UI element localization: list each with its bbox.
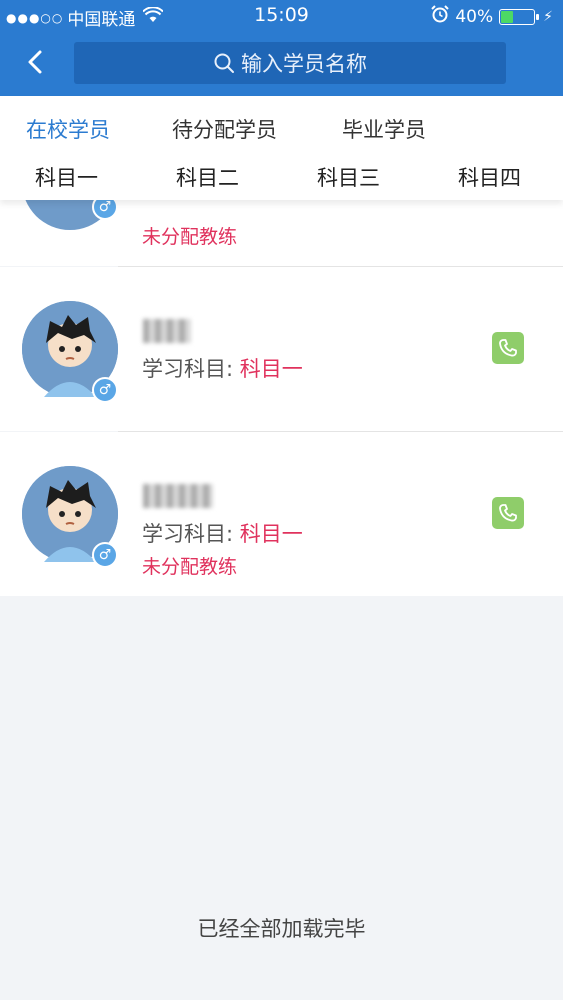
subject-value: 科目一	[239, 522, 303, 546]
student-status-tabs: 在校学员 待分配学员 毕业学员	[0, 114, 563, 150]
charging-bolt-icon: ⚡	[543, 8, 553, 25]
phone-call-button[interactable]	[492, 332, 524, 364]
student-row[interactable]: ♂ 学习科目: 科目一 未分配教练	[0, 432, 563, 596]
phone-icon	[499, 504, 517, 522]
subject-tabs: 科目一 科目二 科目三 科目四	[0, 162, 563, 196]
student-name-blurred	[143, 319, 191, 343]
search-icon	[214, 53, 234, 73]
student-row[interactable]: ♂ 学习科目: 科目一	[0, 267, 563, 431]
battery-fill	[501, 10, 514, 23]
subject-label: 学习科目:	[142, 357, 240, 381]
load-complete-text: 已经全部加载完毕	[197, 917, 366, 941]
subject-label: 学习科目:	[142, 522, 240, 546]
phone-call-button[interactable]	[492, 497, 524, 529]
coach-status: 未分配教练	[142, 556, 238, 578]
tab-subject-4[interactable]: 科目四	[458, 162, 521, 192]
subject-value: 科目一	[239, 357, 303, 381]
avatar: ♂	[22, 466, 118, 568]
male-icon: ♂	[92, 377, 118, 403]
phone-icon	[499, 339, 517, 357]
status-right: 40% ⚡	[431, 5, 553, 28]
male-icon: ♂	[92, 542, 118, 568]
tab-subject-1[interactable]: 科目一	[35, 162, 98, 192]
tab-graduated-students[interactable]: 毕业学员	[342, 114, 426, 144]
battery-percent: 40%	[455, 6, 494, 27]
avatar: ♂	[22, 301, 118, 403]
tab-current-students[interactable]: 在校学员	[26, 114, 110, 144]
battery-icon	[499, 8, 536, 25]
search-input[interactable]: 输入学员名称	[74, 42, 506, 84]
tab-pending-students[interactable]: 待分配学员	[172, 114, 277, 144]
chevron-left-icon	[28, 50, 42, 74]
search-placeholder: 输入学员名称	[241, 52, 367, 76]
alarm-clock-icon	[431, 5, 450, 28]
student-name-blurred	[143, 484, 213, 508]
study-subject: 学习科目: 科目一	[142, 518, 303, 548]
nav-bar: 输入学员名称	[0, 30, 563, 96]
coach-status: 未分配教练	[142, 226, 238, 248]
status-bar: ●●●○○ 中国联通 15:09 40% ⚡	[0, 0, 563, 30]
back-button[interactable]	[16, 42, 56, 82]
tab-subject-3[interactable]: 科目三	[317, 162, 380, 192]
filter-tabs: 在校学员 待分配学员 毕业学员 科目一 科目二 科目三 科目四	[0, 96, 563, 200]
tab-subject-2[interactable]: 科目二	[176, 162, 239, 192]
study-subject: 学习科目: 科目一	[142, 353, 303, 383]
battery-tip	[536, 13, 540, 20]
header-bar: ●●●○○ 中国联通 15:09 40% ⚡ 输入学员名称	[0, 0, 563, 96]
